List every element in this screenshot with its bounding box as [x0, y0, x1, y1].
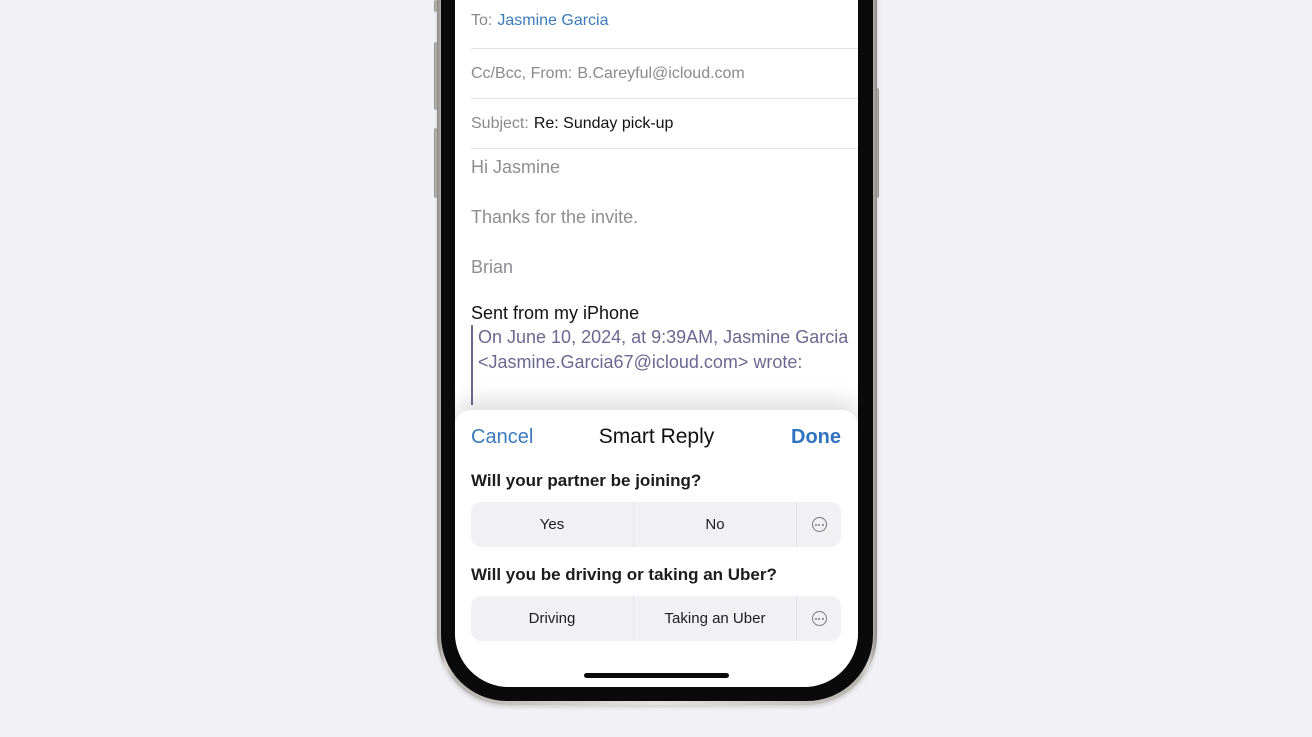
subject-field[interactable]: Re: Sunday pick-up — [534, 115, 674, 133]
to-recipient[interactable]: Jasmine Garcia — [497, 12, 608, 30]
more-options-button[interactable] — [797, 596, 841, 641]
answer-option-no[interactable]: No — [634, 502, 797, 547]
quote-attribution-line-2: <Jasmine.Garcia67@icloud.com> wrote: — [478, 352, 803, 372]
smart-reply-sheet: Cancel Smart Reply Done Will your partne… — [455, 410, 858, 687]
question-label: Will you be driving or taking an Uber? — [471, 565, 777, 584]
home-indicator[interactable] — [584, 673, 729, 678]
ellipsis-circle-icon — [811, 611, 827, 626]
answer-option-yes[interactable]: Yes — [471, 502, 634, 547]
sent-from-signature: Sent from my iPhone — [471, 303, 640, 323]
phone-screen: To: Jasmine Garcia Cc/Bcc, From: B.Carey… — [455, 0, 858, 687]
body-signature: Brian — [471, 257, 514, 277]
body-greeting: Hi Jasmine — [471, 157, 561, 177]
ellipsis-circle-icon — [811, 517, 827, 532]
message-body[interactable]: Hi Jasmine Thanks for the invite. Brian … — [455, 155, 858, 405]
subject-row[interactable]: Subject: Re: Sunday pick-up — [471, 99, 858, 149]
more-options-button[interactable] — [797, 502, 841, 547]
cc-bcc-from-label: Cc/Bcc, From: — [471, 64, 573, 82]
to-row[interactable]: To: Jasmine Garcia — [471, 0, 858, 49]
answer-option-driving[interactable]: Driving — [471, 596, 634, 641]
body-line: Thanks for the invite. — [471, 207, 639, 227]
answer-option-uber[interactable]: Taking an Uber — [634, 596, 797, 641]
from-address[interactable]: B.Careyful@icloud.com — [577, 65, 744, 83]
done-button[interactable]: Done — [791, 426, 841, 449]
quote-attribution-line-1: On June 10, 2024, at 9:39AM, Jasmine Gar… — [478, 327, 849, 347]
mail-compose: To: Jasmine Garcia Cc/Bcc, From: B.Carey… — [455, 0, 858, 405]
question-label: Will your partner be joining? — [471, 471, 702, 490]
stage: To: Jasmine Garcia Cc/Bcc, From: B.Carey… — [0, 0, 1312, 737]
subject-label: Subject: — [471, 114, 529, 132]
sheet-nav-bar: Cancel Smart Reply Done — [455, 410, 858, 468]
quoted-message: On June 10, 2024, at 9:39AM, Jasmine Gar… — [471, 325, 858, 405]
answer-choice-group: Driving Taking an Uber — [471, 596, 841, 641]
cc-bcc-from-row[interactable]: Cc/Bcc, From: B.Careyful@icloud.com — [471, 49, 858, 99]
answer-choice-group: Yes No — [471, 502, 841, 547]
to-label: To: — [471, 12, 493, 29]
